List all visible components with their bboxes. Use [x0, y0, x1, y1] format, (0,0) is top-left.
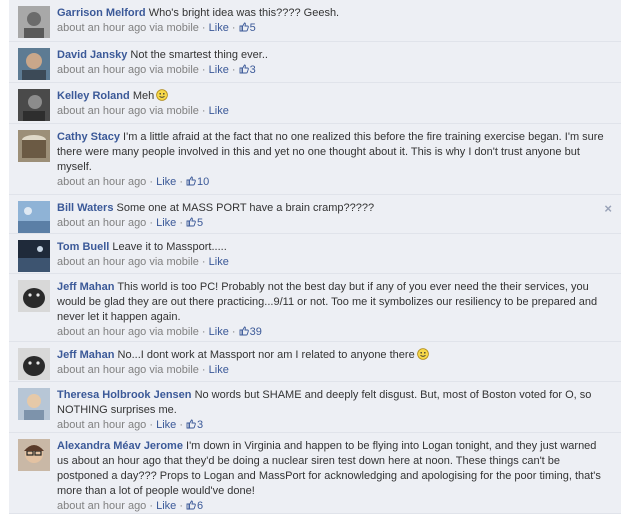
like-link[interactable]: Like [209, 256, 229, 268]
comment-text: Leave it to Massport..... [112, 241, 227, 253]
thumbs-up-icon [186, 217, 196, 227]
comment-text: This world is too PC! Probably not the b… [57, 281, 598, 323]
avatar[interactable] [18, 240, 50, 272]
comment-timestamp: about an hour ago · [57, 419, 157, 431]
like-count[interactable]: 3 [197, 419, 203, 431]
comment-author-link[interactable]: Alexandra Méav Jerome [57, 440, 183, 452]
smiley-emoticon-icon [416, 348, 429, 360]
comment-timestamp: about an hour ago via mobile · [57, 256, 209, 268]
thumbs-up-icon [186, 419, 196, 429]
comment-author-link[interactable]: Jeff Mahan [57, 281, 114, 293]
avatar[interactable] [18, 388, 50, 420]
thumbs-up-icon [239, 22, 249, 32]
avatar[interactable] [18, 201, 50, 233]
comment-timestamp: about an hour ago via mobile · [57, 364, 209, 376]
like-count[interactable]: 10 [197, 176, 209, 188]
like-link[interactable]: Like [209, 22, 229, 34]
avatar[interactable] [18, 6, 50, 38]
like-count[interactable]: 3 [250, 64, 256, 76]
comment-item: Garrison Melford Who's bright idea was t… [9, 0, 621, 42]
avatar[interactable] [18, 280, 50, 312]
comment-item: Cathy Stacy I'm a little afraid at the f… [9, 124, 621, 195]
comment-text: Not the smartest thing ever.. [130, 49, 268, 61]
comment-author-link[interactable]: Tom Buell [57, 241, 109, 253]
like-link[interactable]: Like [156, 419, 176, 431]
comment-author-link[interactable]: Cathy Stacy [57, 131, 120, 143]
comment-text: Some one at MASS PORT have a brain cramp… [116, 202, 375, 214]
like-link[interactable]: Like [209, 64, 229, 76]
comment-timestamp: about an hour ago · [57, 217, 157, 229]
comment-text: No...I dont work at Massport nor am I re… [117, 349, 415, 361]
like-count[interactable]: 6 [197, 500, 203, 512]
comment-item: Jeff Mahan No...I dont work at Massport … [9, 342, 621, 382]
thumbs-up-icon [239, 64, 249, 74]
like-link[interactable]: Like [156, 217, 176, 229]
comment-timestamp: about an hour ago via mobile · [57, 326, 209, 338]
comment-item: Alexandra Méav Jerome I'm down in Virgin… [9, 433, 621, 514]
comment-author-link[interactable]: David Jansky [57, 49, 127, 61]
comment-item: Jeff Mahan This world is too PC! Probabl… [9, 274, 621, 342]
like-link[interactable]: Like [156, 176, 176, 188]
comment-timestamp: about an hour ago via mobile · [57, 64, 209, 76]
like-link[interactable]: Like [209, 326, 229, 338]
comment-item: David Jansky Not the smartest thing ever… [9, 42, 621, 83]
avatar[interactable] [18, 48, 50, 80]
comment-text: I'm a little afraid at the fact that no … [57, 131, 604, 173]
avatar[interactable] [18, 348, 50, 380]
comment-text: Meh [132, 90, 155, 102]
comment-author-link[interactable]: Jeff Mahan [57, 349, 114, 361]
like-link[interactable]: Like [156, 500, 176, 512]
like-link[interactable]: Like [209, 364, 229, 376]
like-count[interactable]: 5 [250, 22, 256, 34]
comment-author-link[interactable]: Theresa Holbrook Jensen [57, 389, 192, 401]
thumbs-up-icon [186, 176, 196, 186]
comment-timestamp: about an hour ago · [57, 500, 157, 512]
close-icon[interactable]: × [604, 201, 612, 216]
like-count[interactable]: 39 [250, 326, 262, 338]
comment-timestamp: about an hour ago via mobile · [57, 22, 209, 34]
thumbs-up-icon [239, 326, 249, 336]
comment-list: Garrison Melford Who's bright idea was t… [0, 0, 625, 514]
comment-author-link[interactable]: Kelley Roland [57, 90, 130, 102]
comment-author-link[interactable]: Garrison Melford [57, 7, 146, 19]
comment-timestamp: about an hour ago via mobile · [57, 105, 209, 117]
smiley-emoticon-icon [156, 89, 169, 101]
comment-author-link[interactable]: Bill Waters [57, 202, 113, 214]
like-link[interactable]: Like [209, 105, 229, 117]
comment-item: Theresa Holbrook Jensen No words but SHA… [9, 382, 621, 433]
avatar[interactable] [18, 130, 50, 162]
comment-item: Kelley Roland Meh about an hour ago via … [9, 83, 621, 124]
comment-text: Who's bright idea was this???? Geesh. [148, 7, 340, 19]
comment-item: Bill Waters Some one at MASS PORT have a… [9, 195, 621, 234]
like-count[interactable]: 5 [197, 217, 203, 229]
comment-timestamp: about an hour ago · [57, 176, 157, 188]
avatar[interactable] [18, 89, 50, 121]
avatar[interactable] [18, 439, 50, 471]
thumbs-up-icon [186, 500, 196, 510]
comment-item: Tom Buell Leave it to Massport..... abou… [9, 234, 621, 274]
